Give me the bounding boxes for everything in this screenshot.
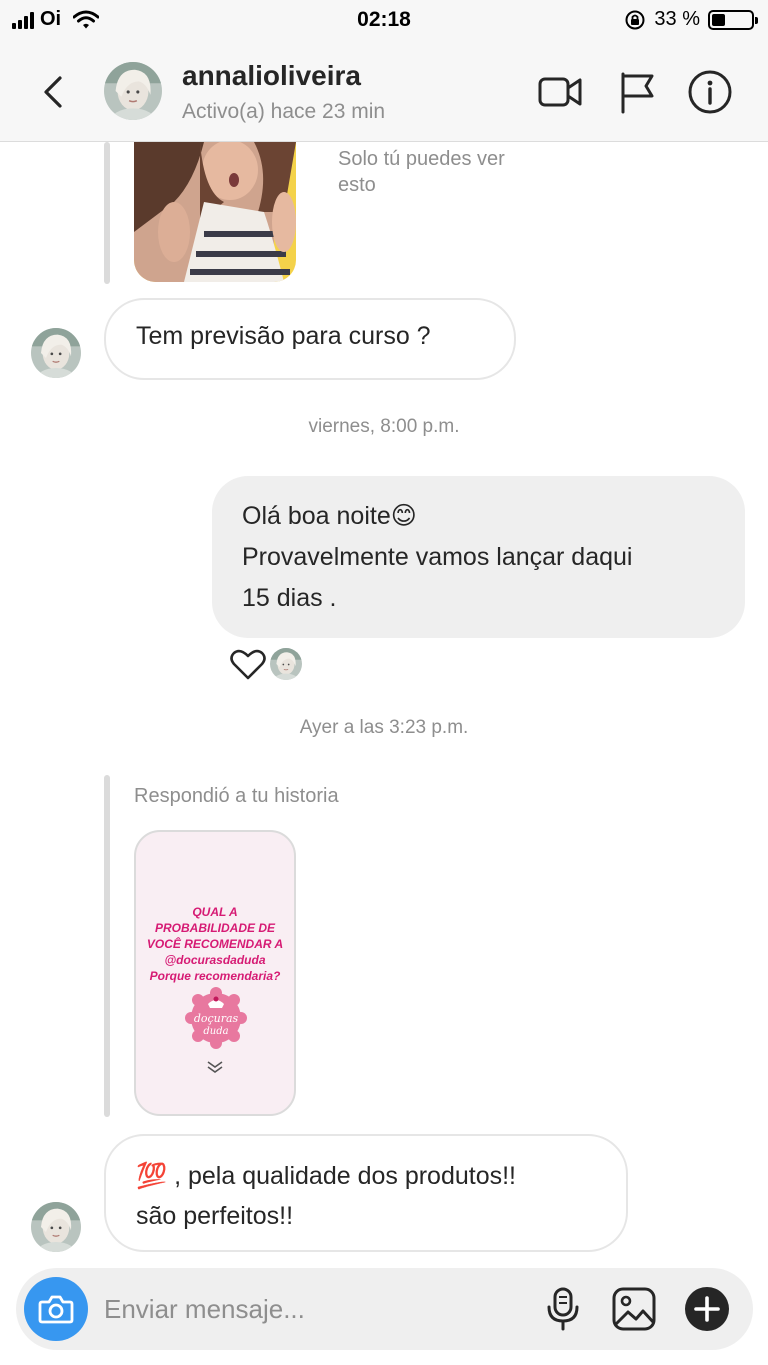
orientation-lock-icon [625, 10, 645, 29]
status-bar: Oi 02:18 33 % [0, 0, 768, 44]
incoming-message-bubble[interactable]: 💯 , pela qualidade dos produtos!! são pe… [104, 1134, 628, 1252]
timestamp: Ayer a las 3:23 p.m. [299, 717, 469, 738]
plus-icon[interactable] [683, 1285, 731, 1333]
profile-photo [31, 328, 81, 378]
chevron-down-icon [207, 1061, 223, 1073]
profile-photo [31, 1202, 81, 1252]
incoming-message-bubble[interactable]: Tem previsão para curso ? [104, 298, 516, 380]
quote-bar [104, 775, 110, 1117]
flag-icon[interactable] [614, 68, 662, 116]
username[interactable]: annalioliveira [182, 60, 361, 92]
avatar[interactable] [31, 328, 81, 378]
story-text: QUAL A PROBABILIDADE DE VOCÊ RECOMENDAR … [136, 904, 294, 984]
brand-logo: doçuras duda [185, 987, 247, 1049]
story-image [134, 142, 296, 282]
message-text: , pela qualidade dos produtos!! [167, 1162, 517, 1190]
story-reply-label: Respondió a tu historia [134, 785, 339, 807]
message-composer [16, 1268, 753, 1350]
camera-button[interactable] [24, 1277, 88, 1341]
story-text-line: VOCÊ RECOMENDAR A [146, 937, 284, 951]
status-right: 33 % [624, 8, 758, 31]
reaction-avatar [270, 648, 302, 680]
message-line: Provavelmente vamos lançar daqui [242, 543, 633, 571]
profile-photo [104, 62, 162, 120]
message-input[interactable] [104, 1288, 524, 1330]
message-text: Tem previsão para curso ? [136, 322, 431, 350]
battery-icon [708, 9, 758, 30]
story-text-line: Porque recomendaria? [149, 969, 281, 983]
private-note: Solo tú puedes ver esto [338, 148, 505, 196]
story-text-line: @docurasdaduda [164, 953, 266, 967]
smiling-face-emoji: 😊 [390, 502, 417, 530]
story-text-line: PROBABILIDADE DE [154, 921, 275, 935]
active-status: Activo(a) hace 23 min [182, 100, 386, 123]
svg-text:doçuras: doçuras [194, 1012, 239, 1025]
message-line: são perfeitos!! [136, 1202, 294, 1230]
hundred-points-emoji: 💯 [136, 1162, 168, 1190]
gallery-icon[interactable] [610, 1285, 658, 1333]
quote-bar [104, 142, 110, 284]
story-card[interactable]: QUAL A PROBABILIDADE DE VOCÊ RECOMENDAR … [134, 830, 296, 1116]
outgoing-message-bubble[interactable]: Olá boa noite😊 Provavelmente vamos lança… [212, 476, 745, 638]
chat-header: annalioliveira Activo(a) hace 23 min [0, 44, 768, 142]
message-text: Olá boa noite [242, 502, 391, 530]
heart-icon[interactable] [230, 648, 266, 680]
battery-level [712, 13, 725, 26]
avatar[interactable] [31, 1202, 81, 1252]
message-line: Olá boa noite😊 [242, 496, 745, 537]
story-text-line: QUAL A [192, 905, 238, 919]
video-call-icon[interactable] [536, 68, 584, 116]
camera-icon [38, 1295, 74, 1324]
back-chevron-icon[interactable] [34, 70, 74, 114]
timestamp: viernes, 8:00 p.m. [308, 416, 460, 437]
battery-percentage: 33 % [654, 8, 700, 30]
microphone-icon[interactable] [539, 1285, 587, 1333]
avatar[interactable] [104, 62, 162, 120]
message-line: 💯 , pela qualidade dos produtos!! [136, 1156, 626, 1196]
info-icon[interactable] [686, 68, 734, 116]
svg-text:duda: duda [203, 1026, 228, 1037]
story-thumbnail[interactable] [134, 142, 296, 282]
profile-photo [270, 648, 302, 680]
message-line: 15 dias . [242, 584, 337, 612]
